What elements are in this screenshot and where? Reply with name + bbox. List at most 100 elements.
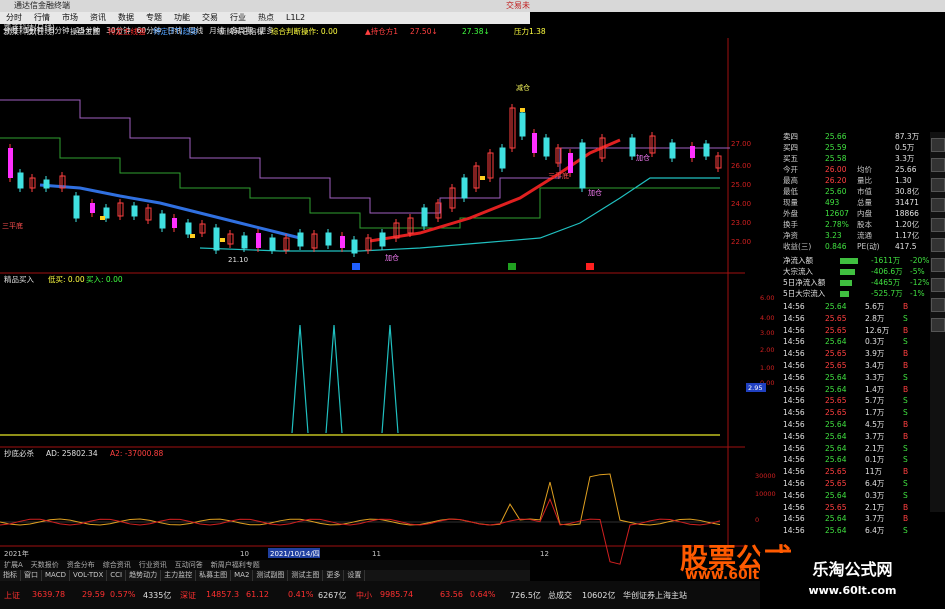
menu-item-9[interactable]: 热点 (252, 12, 280, 24)
tick-vol-14: 11万 (865, 467, 883, 477)
tick-time-0: 14:56 (783, 302, 805, 311)
tool-icon-8[interactable] (931, 278, 945, 292)
tick-vol-2: 12.6万 (865, 325, 890, 335)
info-tab-1[interactable]: 天数报价 (27, 560, 63, 570)
candle-body-25 (351, 239, 358, 254)
indicator-tab-3[interactable]: VOL-TDX (70, 570, 108, 581)
quote-num-9: 1.17亿 (895, 231, 920, 240)
indicator-tab-11[interactable]: 更多 (323, 570, 345, 581)
indicator-tab-1[interactable]: 窗口 (21, 570, 42, 581)
indicator-tab-2[interactable]: MACD (42, 570, 70, 581)
candle-body-48 (690, 146, 695, 158)
candle-body-27 (379, 232, 386, 247)
menu-item-3[interactable]: 资讯 (84, 12, 112, 24)
menu-item-2[interactable]: 市场 (56, 12, 84, 24)
tick-vol-9: 1.7万 (865, 408, 885, 418)
status-item-6: 14857.3 (206, 590, 240, 599)
info-tab-6[interactable]: 新周户福利专题 (207, 560, 264, 570)
menu-bar: 分时 行情 市场 资讯 数据 专题 功能 交易 行业 热点 L1L2 (0, 12, 530, 24)
flow-label-1: 大宗流入 (783, 267, 813, 276)
candle-body-43 (579, 142, 586, 189)
quote-label-5: 最低 (783, 187, 798, 196)
candle-body-49 (703, 143, 710, 157)
menu-item-5[interactable]: 专题 (140, 12, 168, 24)
flow-bar-2 (840, 280, 852, 286)
header-item-6: 27.50↓ (410, 27, 438, 36)
tool-icon-9[interactable] (931, 298, 945, 312)
tick-time-6: 14:56 (783, 372, 805, 382)
quote-label2-9: 流通 (857, 231, 872, 240)
indicator-tab-0[interactable]: 指标 (0, 570, 21, 581)
flow-value-2: -4465万 (871, 278, 901, 287)
tick-vol-5: 3.4万 (865, 361, 885, 370)
tool-icon-6[interactable] (931, 238, 945, 252)
tick-side-2: B (903, 325, 909, 335)
indicator-tab-5[interactable]: 趋势动力 (126, 570, 162, 581)
info-tab-3[interactable]: 综合资讯 (99, 560, 135, 570)
indicator-tab-6[interactable]: 主力监控 (161, 570, 197, 581)
tick-side-0: B (903, 302, 909, 311)
menu-item-8[interactable]: 行业 (224, 12, 252, 24)
quote-num-3: 25.66 (895, 165, 917, 174)
kline-chart-area[interactable]: 凯莱科技(日线)凯莱科技(日线) 操盘主图 特定主线强 特定(FT)趋势 新牌其它指标综… (0, 22, 776, 565)
stock-title: 凯莱科技(日线) (4, 26, 55, 36)
broker-status[interactable]: 交易未 (506, 0, 530, 11)
tool-icon-1[interactable] (931, 138, 945, 152)
quote-num-10: 417.5 (895, 242, 917, 251)
quote-value-4: 26.20 (825, 176, 847, 185)
indicator-tab-10[interactable]: 测试主图 (288, 570, 324, 581)
tick-time-5: 14:56 (783, 361, 805, 370)
tick-time-3: 14:56 (783, 337, 805, 347)
quote-value-7: 12607 (825, 209, 849, 218)
tool-icon-2[interactable] (931, 158, 945, 172)
tick-vol-1: 2.8万 (865, 313, 885, 323)
status-item-1: 3639.78 (32, 590, 66, 599)
menu-item-6[interactable]: 功能 (168, 12, 196, 24)
info-tab-2[interactable]: 资金分布 (63, 560, 99, 570)
quote-label-8: 换手 (783, 220, 798, 229)
candle-body-47 (669, 142, 676, 159)
header-item-8: 压力1.38 (514, 26, 546, 36)
tick-time-1: 14:56 (783, 313, 805, 323)
tool-icon-10[interactable] (931, 318, 945, 332)
candle-body-33 (461, 177, 468, 199)
quote-label2-8: 股本 (857, 220, 872, 229)
info-tab-0[interactable]: 扩展A (0, 560, 27, 570)
info-tab-4[interactable]: 行业资讯 (135, 560, 171, 570)
tick-vol-17: 2.1万 (865, 502, 885, 512)
status-item-13: 0.64% (470, 590, 496, 599)
indicator-tab-7[interactable]: 私募主图 (196, 570, 232, 581)
watermark-site-name: 乐淘公式网 (812, 560, 893, 579)
flow-bar-1 (840, 269, 855, 275)
low-price-label: 21.10 (228, 256, 248, 264)
tick-price-15: 25.65 (825, 479, 847, 488)
menu-item-4[interactable]: 数据 (112, 12, 140, 24)
tick-vol-4: 3.9万 (865, 349, 885, 359)
tool-icon-5[interactable] (931, 218, 945, 232)
x-axis-m2: 11 (372, 550, 381, 558)
status-item-7: 61.12 (246, 590, 269, 599)
candle-body-15 (213, 227, 220, 251)
tick-price-7: 25.64 (825, 384, 847, 394)
candle-body-17 (241, 235, 248, 249)
candle-body-24 (340, 236, 345, 248)
tick-price-4: 25.65 (825, 349, 847, 359)
tool-icon-4[interactable] (931, 198, 945, 212)
tick-side-17: B (903, 502, 909, 512)
indicator-tab-12[interactable]: 设置 (344, 570, 366, 581)
menu-item-7[interactable]: 交易 (196, 12, 224, 24)
info-tab-5[interactable]: 互动问答 (171, 560, 207, 570)
signal-dot-4 (520, 108, 525, 112)
candle-body-18 (256, 233, 261, 248)
signal-dot-2 (220, 238, 225, 242)
indicator-tab-8[interactable]: MA2 (231, 570, 254, 581)
tick-vol-10: 4.5万 (865, 420, 885, 429)
tool-icon-7[interactable] (931, 258, 945, 272)
tick-time-18: 14:56 (783, 514, 805, 524)
indicator-tab-9[interactable]: 测试副图 (253, 570, 289, 581)
tick-vol-8: 5.7万 (865, 396, 885, 406)
menu-item-10[interactable]: L1L2 (280, 12, 311, 24)
indicator-tab-4[interactable]: CCI (107, 570, 127, 581)
quote-value-2: 25.58 (825, 154, 847, 163)
tool-icon-3[interactable] (931, 178, 945, 192)
